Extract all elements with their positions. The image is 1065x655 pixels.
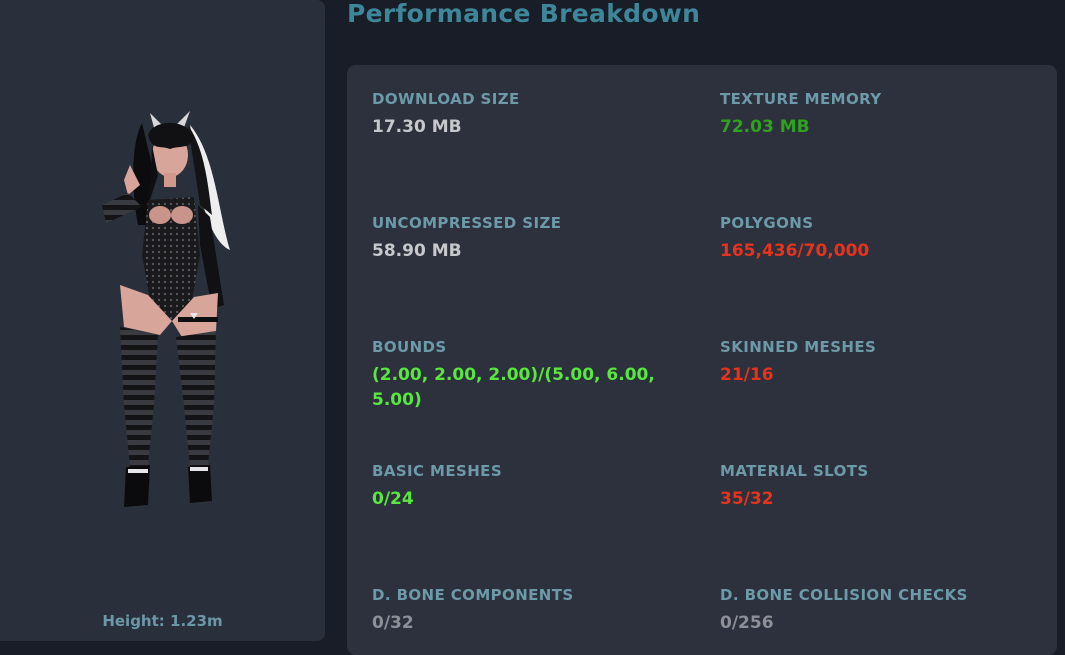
stat-value: 72.03 MB bbox=[720, 117, 810, 137]
page-title: Performance Breakdown bbox=[347, 0, 701, 28]
stat-value: 0/32 bbox=[372, 613, 414, 633]
stat-label: POLYGONS bbox=[720, 214, 814, 232]
stat-label: BOUNDS bbox=[372, 338, 447, 356]
stat-texture-memory: TEXTURE MEMORY 72.03 MB bbox=[720, 90, 1020, 140]
stat-value: 17.30 MB bbox=[372, 117, 462, 137]
stat-value: 165,436/70,000 bbox=[720, 241, 870, 261]
stat-value: (2.00, 2.00, 2.00)/(5.00, 6.00, 5.00) bbox=[372, 365, 655, 410]
stat-dbone-collision-checks: D. BONE COLLISION CHECKS 0/256 bbox=[720, 586, 1020, 636]
stat-skinned-meshes: SKINNED MESHES 21/16 bbox=[720, 338, 1020, 388]
stat-label: DOWNLOAD SIZE bbox=[372, 90, 520, 108]
stat-value: 58.90 MB bbox=[372, 241, 462, 261]
stat-basic-meshes: BASIC MESHES 0/24 bbox=[372, 462, 672, 512]
stat-value: 0/24 bbox=[372, 489, 414, 509]
avatar-preview-image[interactable] bbox=[90, 105, 240, 515]
stat-label: TEXTURE MEMORY bbox=[720, 90, 882, 108]
stat-uncompressed-size: UNCOMPRESSED SIZE 58.90 MB bbox=[372, 214, 672, 264]
stat-label: MATERIAL SLOTS bbox=[720, 462, 869, 480]
stat-polygons: POLYGONS 165,436/70,000 bbox=[720, 214, 1020, 264]
stat-value: 0/256 bbox=[720, 613, 774, 633]
stat-material-slots: MATERIAL SLOTS 35/32 bbox=[720, 462, 1020, 512]
avatar-height-label: Height: 1.23m bbox=[102, 612, 223, 630]
stat-dbone-components: D. BONE COMPONENTS 0/32 bbox=[372, 586, 672, 636]
stat-value: 35/32 bbox=[720, 489, 774, 509]
stat-label: UNCOMPRESSED SIZE bbox=[372, 214, 562, 232]
stat-download-size: DOWNLOAD SIZE 17.30 MB bbox=[372, 90, 672, 140]
stat-label: SKINNED MESHES bbox=[720, 338, 877, 356]
stat-bounds: BOUNDS (2.00, 2.00, 2.00)/(5.00, 6.00, 5… bbox=[372, 338, 672, 413]
stat-label: D. BONE COMPONENTS bbox=[372, 586, 574, 604]
avatar-preview-panel: Height: 1.23m bbox=[0, 0, 325, 641]
stat-label: BASIC MESHES bbox=[372, 462, 503, 480]
stats-card: DOWNLOAD SIZE 17.30 MB TEXTURE MEMORY 72… bbox=[347, 65, 1057, 655]
stat-label: D. BONE COLLISION CHECKS bbox=[720, 586, 968, 604]
stat-value: 21/16 bbox=[720, 365, 774, 385]
